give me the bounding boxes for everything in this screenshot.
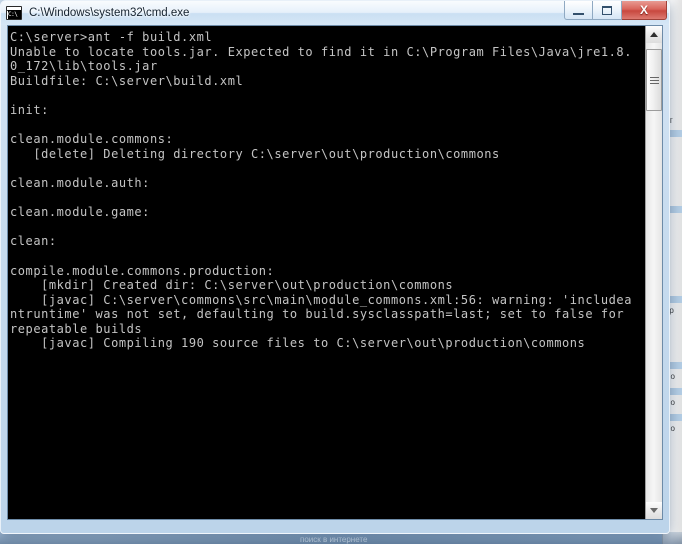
console-line: clean.module.auth: <box>10 175 150 190</box>
console-line: 0_172\lib\tools.jar <box>10 59 158 74</box>
console-line: Unable to locate tools.jar. Expected to … <box>10 44 632 59</box>
maximize-button[interactable] <box>593 1 622 20</box>
console-line: clean.module.commons: <box>10 132 174 147</box>
window-titlebar[interactable]: C:\Windows\system32\cmd.exe X <box>1 1 669 25</box>
taskbar-label: поиск в интернете <box>300 535 368 544</box>
scroll-up-arrow[interactable] <box>646 26 662 43</box>
console-line: Buildfile: C:\server\build.xml <box>10 73 244 88</box>
vertical-scrollbar[interactable] <box>645 26 662 519</box>
chevron-down-icon <box>650 508 658 513</box>
console-output[interactable]: C:\server>ant -f build.xml Unable to loca… <box>8 26 645 519</box>
console-line: clean: <box>10 234 57 249</box>
console-line: ntruntime' was not set, defaulting to bu… <box>10 307 625 322</box>
console-line: compile.module.commons.production: <box>10 263 275 278</box>
console-line: clean.module.game: <box>10 205 150 220</box>
chevron-up-icon <box>650 32 658 37</box>
console-line: [mkdir] Created dir: C:\server\out\produ… <box>10 278 454 293</box>
console-window-body: C:\server>ant -f build.xml Unable to loca… <box>7 25 663 520</box>
console-line: repeatable builds <box>10 321 143 336</box>
console-line: init: <box>10 102 49 117</box>
window-title: C:\Windows\system32\cmd.exe <box>29 7 190 19</box>
caption-button-group: X <box>564 1 667 20</box>
minimize-icon <box>573 8 584 15</box>
grip-icon <box>649 76 659 84</box>
scroll-thumb[interactable] <box>646 49 662 111</box>
console-line: [javac] C:\server\commons\src\main\modul… <box>10 292 632 307</box>
scroll-down-arrow[interactable] <box>646 502 662 519</box>
console-line: C:\server>ant -f build.xml <box>10 30 213 44</box>
cmd-window[interactable]: C:\Windows\system32\cmd.exe X C:\server>… <box>0 0 670 534</box>
close-button[interactable]: X <box>622 1 667 20</box>
console-line: [javac] Compiling 190 source files to C:… <box>10 336 586 351</box>
close-icon: X <box>639 3 648 17</box>
console-line: [delete] Deleting directory C:\server\ou… <box>10 146 500 161</box>
maximize-icon <box>602 5 612 15</box>
scrollbar-track[interactable] <box>646 43 662 502</box>
cmd-console-icon <box>6 6 22 20</box>
desktop: стляпрмомомо поиск в интернете C:\Window… <box>0 0 682 544</box>
minimize-button[interactable] <box>564 1 593 20</box>
